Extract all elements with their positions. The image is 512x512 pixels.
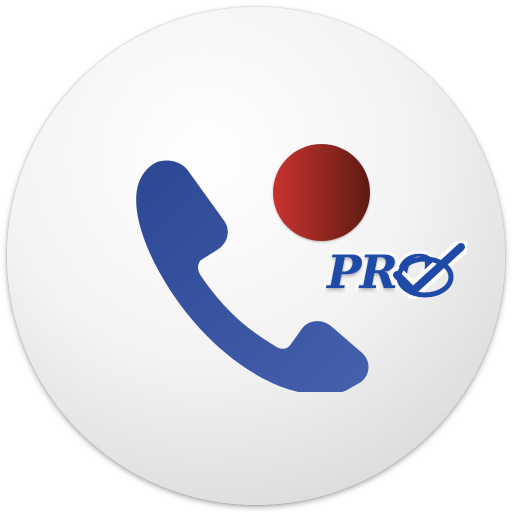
- canvas: PRO: [0, 0, 512, 512]
- pro-badge: PRO: [323, 239, 473, 309]
- checkmark-icon: [389, 241, 467, 299]
- record-dot-icon: [273, 144, 370, 241]
- app-icon[interactable]: PRO: [7, 7, 505, 505]
